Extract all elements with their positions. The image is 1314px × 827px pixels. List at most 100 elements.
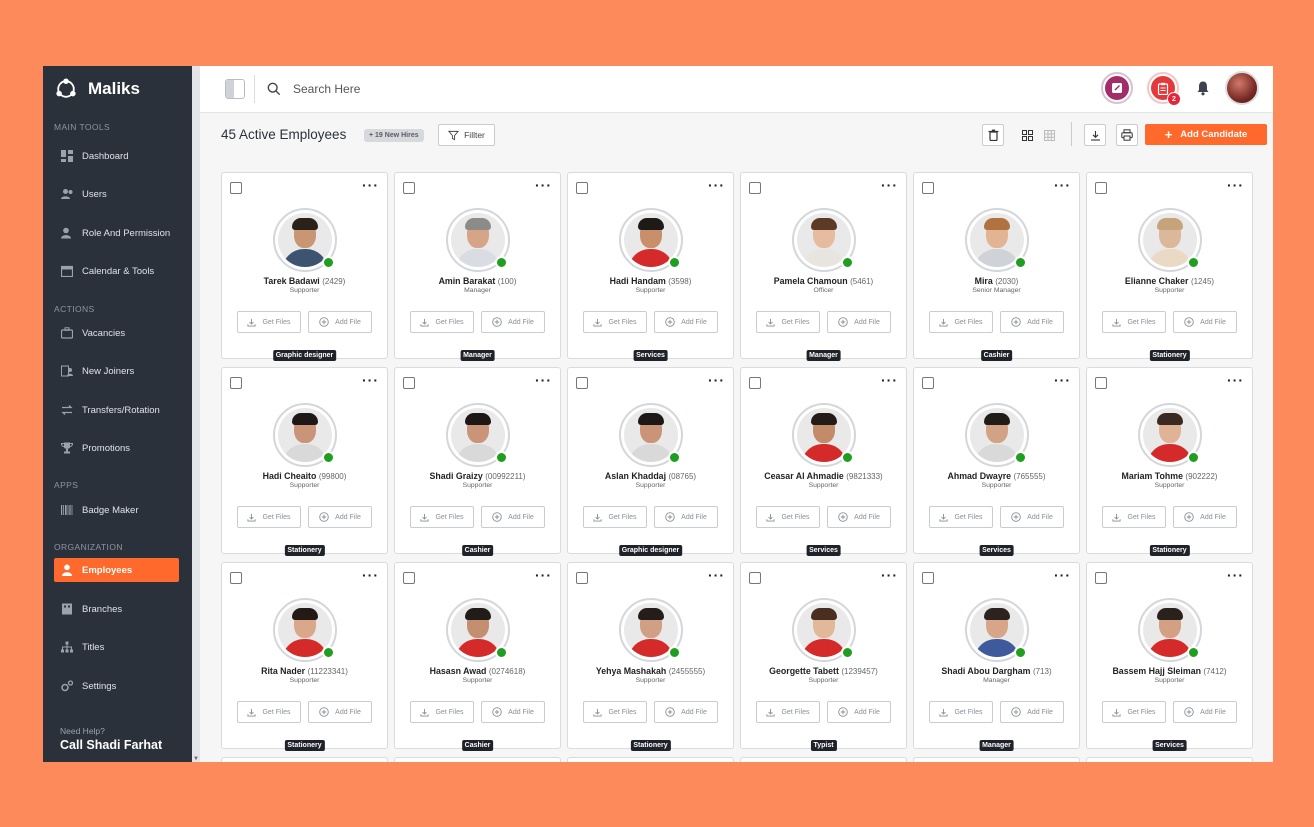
sidebar-item-users[interactable]: Users <box>54 182 179 206</box>
get-files-button[interactable]: Get Files <box>410 701 474 723</box>
employee-photo[interactable] <box>1137 403 1202 467</box>
sidebar-item-transfers-rotation[interactable]: Transfers/Rotation <box>54 398 179 422</box>
sidebar-item-branches[interactable]: Branches <box>54 597 179 621</box>
more-options-icon[interactable]: ··· <box>362 567 379 583</box>
employee-photo[interactable] <box>791 598 856 662</box>
select-checkbox[interactable] <box>576 572 588 584</box>
add-file-button[interactable]: Add File <box>827 701 891 723</box>
get-files-button[interactable]: Get Files <box>1102 506 1166 528</box>
select-checkbox[interactable] <box>403 377 415 389</box>
get-files-button[interactable]: Get Files <box>583 311 647 333</box>
more-options-icon[interactable]: ··· <box>1227 177 1244 193</box>
grid-view-button[interactable] <box>1016 124 1038 146</box>
employee-card[interactable]: ··· Tarek Badawi (2429) Supporter Get Fi… <box>221 172 388 361</box>
employee-photo[interactable] <box>445 598 510 662</box>
table-view-button[interactable] <box>1038 124 1060 146</box>
add-file-button[interactable]: Add File <box>827 311 891 333</box>
sidebar-toggle-button[interactable] <box>225 79 245 99</box>
add-file-button[interactable]: Add File <box>308 311 372 333</box>
sidebar-item-new-joiners[interactable]: New Joiners <box>54 359 179 383</box>
more-options-icon[interactable]: ··· <box>535 567 552 583</box>
get-files-button[interactable]: Get Files <box>583 701 647 723</box>
sidebar-item-employees[interactable]: Employees <box>54 558 179 582</box>
select-checkbox[interactable] <box>230 572 242 584</box>
more-options-icon[interactable]: ··· <box>362 372 379 388</box>
add-file-button[interactable]: Add File <box>1000 506 1064 528</box>
user-avatar[interactable] <box>1225 71 1259 105</box>
employee-card[interactable]: ··· Hasasn Awad (0274618) Supporter Get … <box>394 562 561 751</box>
employee-card[interactable]: ··· Hadi Cheaito (99800) Supporter Get F… <box>221 367 388 556</box>
more-options-icon[interactable]: ··· <box>708 567 725 583</box>
select-checkbox[interactable] <box>1095 377 1107 389</box>
employee-card[interactable] <box>913 757 1080 762</box>
employee-card[interactable]: ··· Mariam Tohme (902222) Supporter Get … <box>1086 367 1253 556</box>
help-box[interactable]: Need Help? Call Shadi Farhat <box>60 726 162 752</box>
new-hires-badge[interactable]: + 19 New Hires <box>364 129 424 142</box>
employee-card[interactable] <box>567 757 734 762</box>
select-checkbox[interactable] <box>922 182 934 194</box>
get-files-button[interactable]: Get Files <box>929 701 993 723</box>
sidebar-item-promotions[interactable]: Promotions <box>54 436 179 460</box>
more-options-icon[interactable]: ··· <box>881 372 898 388</box>
get-files-button[interactable]: Get Files <box>410 311 474 333</box>
add-file-button[interactable]: Add File <box>1173 506 1237 528</box>
employee-photo[interactable] <box>272 598 337 662</box>
sidebar-item-role-and-permission[interactable]: Role And Permission <box>54 221 179 245</box>
add-file-button[interactable]: Add File <box>1173 311 1237 333</box>
employee-photo[interactable] <box>1137 598 1202 662</box>
add-candidate-button[interactable]: + Add Candidate <box>1145 124 1267 145</box>
get-files-button[interactable]: Get Files <box>410 506 474 528</box>
more-options-icon[interactable]: ··· <box>362 177 379 193</box>
get-files-button[interactable]: Get Files <box>756 701 820 723</box>
notes-button[interactable] <box>1101 72 1133 104</box>
employee-card[interactable]: ··· Pamela Chamoun (5461) Officer Get Fi… <box>740 172 907 361</box>
select-checkbox[interactable] <box>403 572 415 584</box>
employee-photo[interactable] <box>272 403 337 467</box>
employee-photo[interactable] <box>964 598 1029 662</box>
get-files-button[interactable]: Get Files <box>929 311 993 333</box>
sidebar-item-settings[interactable]: Settings <box>54 674 179 698</box>
get-files-button[interactable]: Get Files <box>237 311 301 333</box>
add-file-button[interactable]: Add File <box>308 701 372 723</box>
select-checkbox[interactable] <box>230 182 242 194</box>
sidebar-item-dashboard[interactable]: Dashboard <box>54 144 179 168</box>
sidebar-item-titles[interactable]: Titles <box>54 635 179 659</box>
select-checkbox[interactable] <box>1095 182 1107 194</box>
employee-photo[interactable] <box>618 403 683 467</box>
get-files-button[interactable]: Get Files <box>237 506 301 528</box>
employee-photo[interactable] <box>791 208 856 272</box>
employee-card[interactable]: ··· Ahmad Dwayre (765555) Supporter Get … <box>913 367 1080 556</box>
select-checkbox[interactable] <box>230 377 242 389</box>
more-options-icon[interactable]: ··· <box>1054 372 1071 388</box>
select-checkbox[interactable] <box>576 182 588 194</box>
more-options-icon[interactable]: ··· <box>535 372 552 388</box>
employee-photo[interactable] <box>445 208 510 272</box>
add-file-button[interactable]: Add File <box>654 506 718 528</box>
select-checkbox[interactable] <box>749 182 761 194</box>
employee-photo[interactable] <box>618 598 683 662</box>
more-options-icon[interactable]: ··· <box>1054 567 1071 583</box>
get-files-button[interactable]: Get Files <box>1102 701 1166 723</box>
sidebar-item-badge-maker[interactable]: Badge Maker <box>54 498 179 522</box>
employee-card[interactable] <box>740 757 907 762</box>
download-button[interactable] <box>1084 124 1106 146</box>
add-file-button[interactable]: Add File <box>654 701 718 723</box>
more-options-icon[interactable]: ··· <box>708 372 725 388</box>
add-file-button[interactable]: Add File <box>481 506 545 528</box>
employee-card[interactable]: ··· Amin Barakat (100) Manager Get Files… <box>394 172 561 361</box>
get-files-button[interactable]: Get Files <box>756 506 820 528</box>
select-checkbox[interactable] <box>576 377 588 389</box>
get-files-button[interactable]: Get Files <box>1102 311 1166 333</box>
employee-card[interactable]: ··· Bassem Hajj Sleiman (7412) Supporter… <box>1086 562 1253 751</box>
delete-button[interactable] <box>982 124 1004 146</box>
get-files-button[interactable]: Get Files <box>237 701 301 723</box>
select-checkbox[interactable] <box>403 182 415 194</box>
sidebar-scrollbar[interactable]: ▼ <box>192 66 200 762</box>
more-options-icon[interactable]: ··· <box>708 177 725 193</box>
employee-card[interactable]: ··· Rita Nader (11223341) Supporter Get … <box>221 562 388 751</box>
employee-card[interactable]: ··· Elianne Chaker (1245) Supporter Get … <box>1086 172 1253 361</box>
add-file-button[interactable]: Add File <box>1000 311 1064 333</box>
sidebar-item-vacancies[interactable]: Vacancies <box>54 321 179 345</box>
get-files-button[interactable]: Get Files <box>756 311 820 333</box>
get-files-button[interactable]: Get Files <box>929 506 993 528</box>
